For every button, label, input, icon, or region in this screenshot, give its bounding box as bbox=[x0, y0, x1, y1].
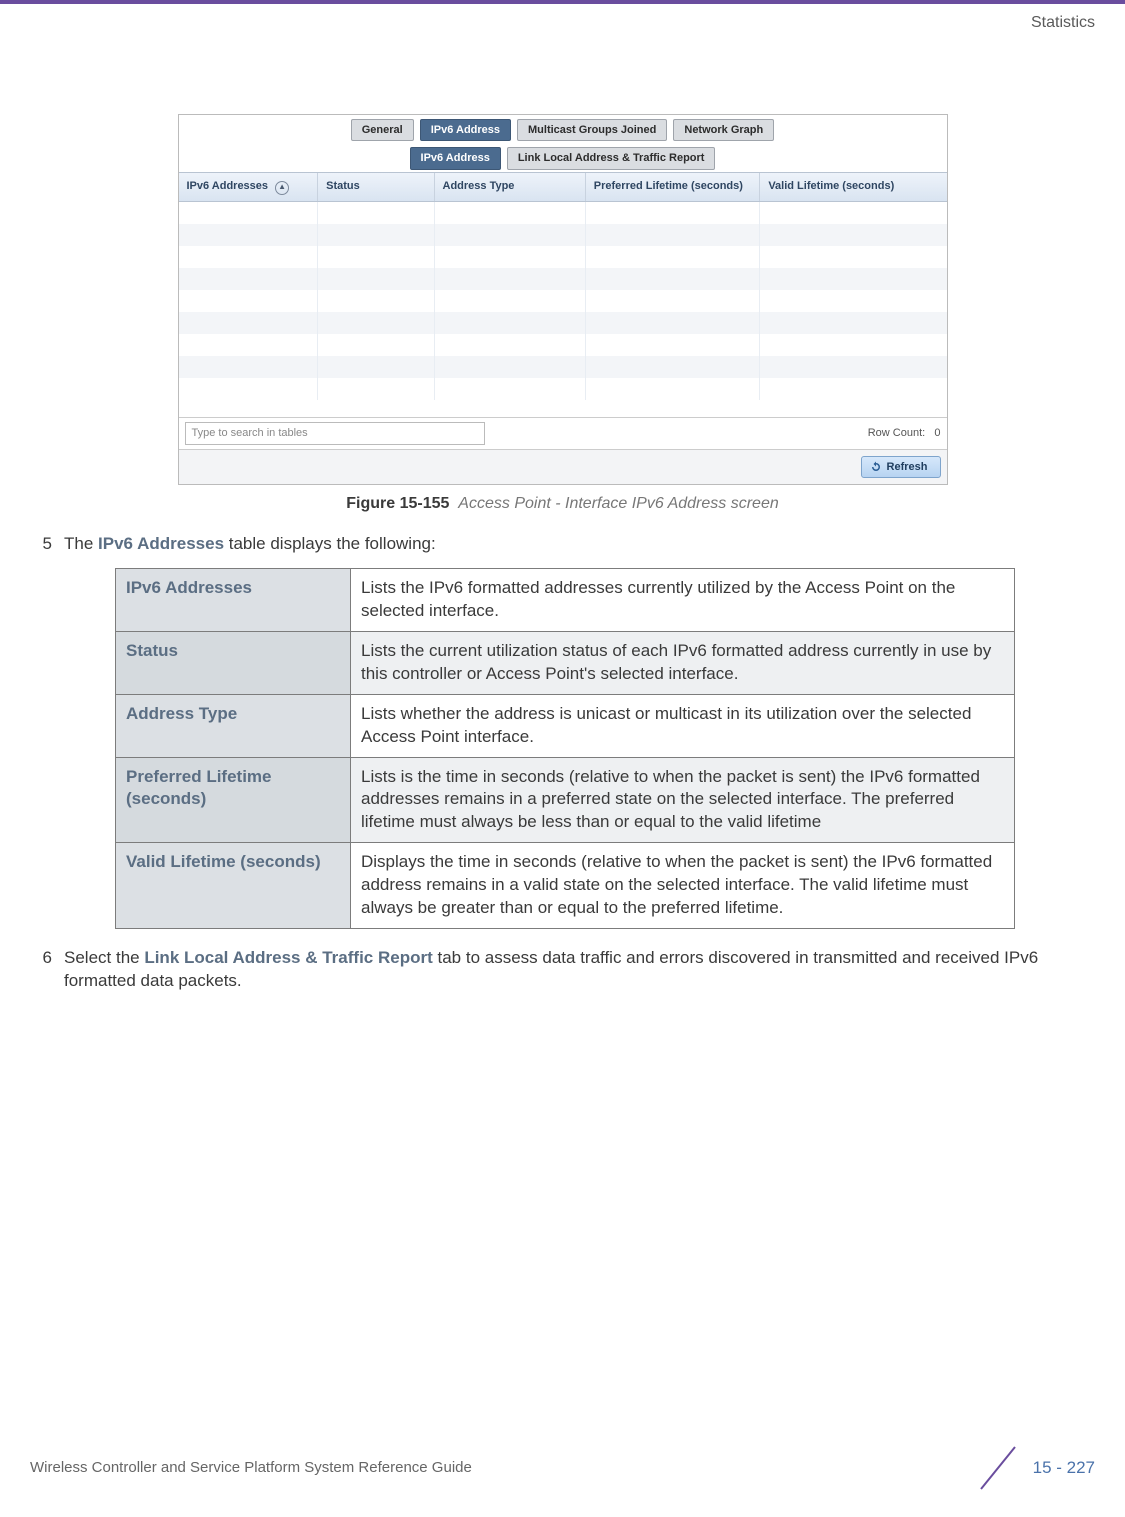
text-fragment: Select the bbox=[64, 948, 144, 967]
def-value: Lists the IPv6 formatted addresses curre… bbox=[351, 568, 1015, 631]
tab-network-graph[interactable]: Network Graph bbox=[673, 119, 774, 142]
def-value: Lists is the time in seconds (relative t… bbox=[351, 757, 1015, 843]
col-label: IPv6 Addresses bbox=[187, 180, 269, 192]
page-footer: Wireless Controller and Service Platform… bbox=[30, 1443, 1095, 1493]
table-header: IPv6 Addresses ▲ Status Address Type Pre… bbox=[179, 172, 947, 201]
def-value: Displays the time in seconds (relative t… bbox=[351, 843, 1015, 929]
table-row bbox=[179, 224, 947, 246]
tabs-secondary: IPv6 Address Link Local Address & Traffi… bbox=[179, 143, 947, 172]
col-address-type[interactable]: Address Type bbox=[435, 173, 586, 200]
search-input[interactable]: Type to search in tables bbox=[185, 422, 485, 445]
table-row: IPv6 Addresses Lists the IPv6 formatted … bbox=[116, 568, 1015, 631]
page-number: 15 - 227 bbox=[1033, 1457, 1095, 1480]
def-key: IPv6 Addresses bbox=[116, 568, 351, 631]
text-fragment: table displays the following: bbox=[224, 534, 436, 553]
def-value: Lists the current utilization status of … bbox=[351, 631, 1015, 694]
sort-indicator-icon: ▲ bbox=[275, 181, 289, 195]
refresh-label: Refresh bbox=[887, 460, 928, 475]
subtab-link-local[interactable]: Link Local Address & Traffic Report bbox=[507, 147, 716, 170]
figure-label: Figure 15-155 bbox=[346, 495, 449, 512]
tab-ipv6-address[interactable]: IPv6 Address bbox=[420, 119, 511, 142]
slash-icon bbox=[973, 1443, 1023, 1493]
table-row bbox=[179, 290, 947, 312]
table-row bbox=[179, 202, 947, 224]
figure-caption: Figure 15-155 Access Point - Interface I… bbox=[30, 493, 1095, 515]
step-number: 5 bbox=[30, 533, 52, 556]
tabs-primary: General IPv6 Address Multicast Groups Jo… bbox=[179, 115, 947, 144]
ipv6-address-screenshot: General IPv6 Address Multicast Groups Jo… bbox=[178, 114, 948, 486]
row-count-label: Row Count: bbox=[868, 427, 925, 439]
subtab-ipv6-address[interactable]: IPv6 Address bbox=[410, 147, 501, 170]
table-footer: Type to search in tables Row Count: 0 bbox=[179, 417, 947, 449]
row-count-value: 0 bbox=[934, 427, 940, 439]
section-label: Statistics bbox=[1031, 12, 1095, 34]
def-key: Status bbox=[116, 631, 351, 694]
doc-title: Wireless Controller and Service Platform… bbox=[30, 1458, 472, 1478]
def-value: Lists whether the address is unicast or … bbox=[351, 694, 1015, 757]
table-row bbox=[179, 356, 947, 378]
def-key: Valid Lifetime (seconds) bbox=[116, 843, 351, 929]
step-text: Select the Link Local Address & Traffic … bbox=[64, 947, 1095, 993]
refresh-icon bbox=[870, 461, 882, 473]
tab-general[interactable]: General bbox=[351, 119, 414, 142]
def-key: Preferred Lifetime (seconds) bbox=[116, 757, 351, 843]
table-row: Address Type Lists whether the address i… bbox=[116, 694, 1015, 757]
keyword: Link Local Address & Traffic Report bbox=[144, 948, 432, 967]
table-row: Valid Lifetime (seconds) Displays the ti… bbox=[116, 843, 1015, 929]
tab-multicast-groups[interactable]: Multicast Groups Joined bbox=[517, 119, 667, 142]
table-row: Preferred Lifetime (seconds) Lists is th… bbox=[116, 757, 1015, 843]
refresh-button[interactable]: Refresh bbox=[861, 456, 941, 479]
definitions-table: IPv6 Addresses Lists the IPv6 formatted … bbox=[115, 568, 1015, 929]
page-header-row: Statistics bbox=[0, 4, 1125, 34]
col-valid-lifetime[interactable]: Valid Lifetime (seconds) bbox=[760, 173, 946, 200]
table-row: Status Lists the current utilization sta… bbox=[116, 631, 1015, 694]
step-6: 6 Select the Link Local Address & Traffi… bbox=[30, 947, 1095, 993]
col-ipv6-addresses[interactable]: IPv6 Addresses ▲ bbox=[179, 173, 319, 200]
row-count: Row Count: 0 bbox=[868, 426, 941, 441]
def-key: Address Type bbox=[116, 694, 351, 757]
figure-text: Access Point - Interface IPv6 Address sc… bbox=[458, 495, 778, 512]
col-preferred-lifetime[interactable]: Preferred Lifetime (seconds) bbox=[586, 173, 761, 200]
keyword: IPv6 Addresses bbox=[98, 534, 224, 553]
step-text: The IPv6 Addresses table displays the fo… bbox=[64, 533, 1095, 556]
table-row bbox=[179, 246, 947, 268]
step-number: 6 bbox=[30, 947, 52, 993]
col-status[interactable]: Status bbox=[318, 173, 434, 200]
table-row bbox=[179, 312, 947, 334]
table-row bbox=[179, 334, 947, 356]
text-fragment: The bbox=[64, 534, 98, 553]
table-body bbox=[179, 202, 947, 417]
table-row bbox=[179, 268, 947, 290]
step-5: 5 The IPv6 Addresses table displays the … bbox=[30, 533, 1095, 556]
action-bar: Refresh bbox=[179, 449, 947, 485]
table-row bbox=[179, 378, 947, 400]
